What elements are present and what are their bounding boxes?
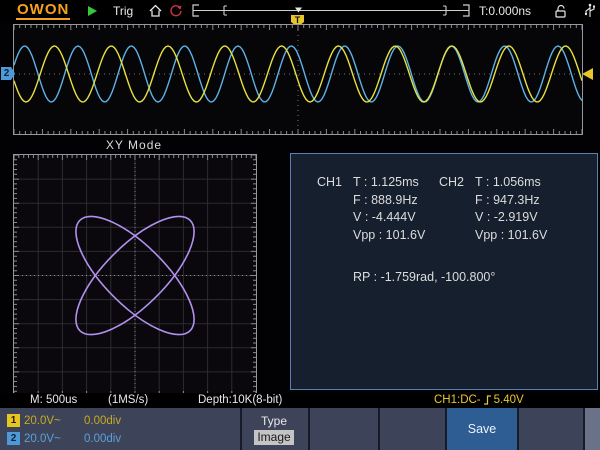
- ch2-frequency-row: F : 947.3Hz: [439, 192, 547, 210]
- ch1-badge: 1: [7, 414, 20, 427]
- usb-icon: [584, 3, 596, 19]
- ch1-voltage-row: V : -4.444V: [317, 209, 425, 227]
- sample-rate-readout: (1MS/s): [108, 394, 148, 406]
- save-button[interactable]: Save: [447, 408, 517, 450]
- trigger-settings-readout: CH1:DC- 5.40V: [434, 394, 524, 406]
- ch1-vpp-row: Vpp : 101.6V: [317, 227, 425, 245]
- rising-edge-icon: [483, 394, 492, 406]
- trigger-source-label: CH1:DC-: [434, 394, 481, 406]
- channel-1-info[interactable]: 1 20.0V~ 0.00div: [0, 413, 121, 428]
- status-bar: M: 500us (1MS/s) Depth:10K(8-bit) CH1:DC…: [0, 393, 600, 408]
- ch1-measurements: CH1T : 1.125ms F : 888.9Hz V : -4.444V V…: [317, 174, 425, 244]
- ch2-measurements: CH2T : 1.056ms F : 947.3Hz V : -2.919V V…: [439, 174, 547, 244]
- ch1-frequency-row: F : 888.9Hz: [317, 192, 425, 210]
- trigger-level-readout: 5.40V: [494, 394, 524, 406]
- menu-divider: [517, 408, 519, 450]
- oscilloscope-screen: OWON Trig T:0.000ns T: [0, 0, 600, 450]
- ch2-badge: 2: [7, 432, 20, 445]
- ch1-period-row: CH1T : 1.125ms: [317, 174, 425, 192]
- ch2-scale: 20.0V~: [24, 433, 84, 445]
- menu-divider: [378, 408, 380, 450]
- menu-side-strip: [585, 408, 600, 450]
- brand-logo: OWON: [16, 2, 70, 20]
- horizontal-position-ruler[interactable]: [190, 2, 472, 19]
- type-value: Image: [254, 430, 293, 445]
- unlock-icon[interactable]: [553, 3, 568, 19]
- trigger-status-label: Trig: [113, 4, 133, 18]
- bottom-menu-bar: 1 20.0V~ 0.00div 2 20.0V~ 0.00div Type I…: [0, 408, 600, 450]
- ch1-scale: 20.0V~: [24, 415, 84, 427]
- relative-phase-row: RP : -1.759rad, -100.800°: [353, 270, 495, 284]
- timebase-readout: M: 500us: [30, 394, 77, 406]
- trigger-time-readout: T:0.000ns: [479, 4, 531, 18]
- ch2-voltage-row: V : -2.919V: [439, 209, 547, 227]
- ch1-offset: 0.00div: [84, 415, 121, 427]
- xy-plot: [13, 154, 257, 397]
- ch2-period-row: CH2T : 1.056ms: [439, 174, 547, 192]
- xy-mode-label: XY Mode: [13, 138, 255, 152]
- ch2-offset: 0.00div: [84, 433, 121, 445]
- memory-depth-readout: Depth:10K(8-bit): [198, 394, 282, 406]
- type-label: Type: [261, 414, 287, 428]
- trigger-mode-icon: [169, 4, 183, 18]
- run-state-icon[interactable]: [88, 6, 97, 16]
- waveform-display: [13, 24, 583, 135]
- ch2-vpp-row: Vpp : 101.6V: [439, 227, 547, 245]
- channel-2-info[interactable]: 2 20.0V~ 0.00div: [0, 431, 121, 446]
- home-icon[interactable]: [148, 3, 163, 18]
- measurement-panel: CH1T : 1.125ms F : 888.9Hz V : -4.444V V…: [290, 153, 598, 390]
- type-menu-item[interactable]: Type Image: [240, 408, 308, 450]
- trigger-level-marker[interactable]: [582, 68, 593, 80]
- menu-divider: [308, 408, 310, 450]
